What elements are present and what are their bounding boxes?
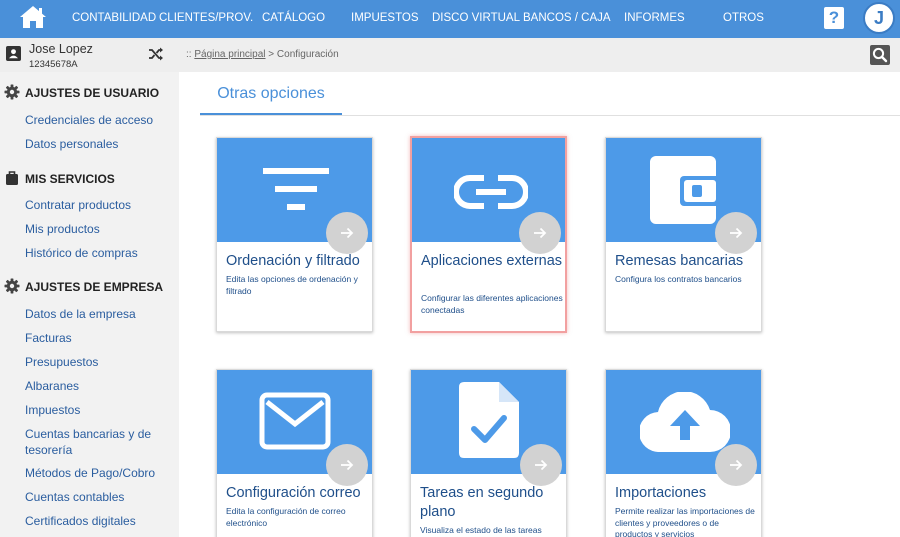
- sidebar-item-mis-productos[interactable]: Mis productos: [25, 221, 100, 237]
- card-title: Tareas en segundo plano: [420, 485, 544, 520]
- card-description: Configura los contratos bancarios: [615, 274, 742, 284]
- gear-icon: [4, 278, 20, 294]
- nav-impuestos[interactable]: IMPUESTOS: [351, 0, 419, 38]
- card-description: Configurar las diferentes aplicaciones c…: [421, 293, 563, 315]
- sub-header-bar: Jose Lopez 12345678A :: Página principal…: [0, 38, 900, 72]
- breadcrumb-separator: >: [268, 49, 275, 60]
- home-icon[interactable]: [18, 4, 48, 32]
- card-description: Edita las opciones de ordenación y filtr…: [226, 274, 358, 296]
- section-title: MIS SERVICIOS: [25, 172, 115, 186]
- sidebar-item-certificados[interactable]: Certificados digitales: [25, 513, 136, 529]
- sidebar-item-metodos-pago[interactable]: Métodos de Pago/Cobro: [25, 465, 155, 481]
- breadcrumb-prefix: ::: [186, 49, 192, 60]
- envelope-icon: [259, 392, 331, 450]
- user-card-icon: [6, 46, 21, 61]
- breadcrumb-current: Configuración: [276, 49, 339, 60]
- card-tareas-segundo-plano[interactable]: Tareas en segundo plano Visualiza el est…: [410, 369, 567, 537]
- nav-bancos-caja[interactable]: BANCOS / CAJA: [523, 0, 611, 38]
- sidebar-item-historico-compras[interactable]: Histórico de compras: [25, 245, 138, 261]
- card-aplicaciones-externas[interactable]: Aplicaciones externas Configurar las dif…: [410, 136, 567, 333]
- nav-otros[interactable]: OTROS: [723, 0, 764, 38]
- arrow-right-icon: [715, 212, 757, 254]
- wallet-icon: [650, 156, 720, 224]
- briefcase-icon: [6, 171, 18, 185]
- breadcrumb: :: Página principal > Configuración: [186, 49, 339, 60]
- settings-sidebar: AJUSTES DE USUARIO Credenciales de acces…: [0, 72, 179, 537]
- card-remesas-bancarias[interactable]: Remesas bancarias Configura los contrato…: [605, 137, 762, 332]
- top-navigation-bar: CONTABILIDAD CLIENTES/PROV. CATÁLOGO IMP…: [0, 0, 900, 38]
- card-configuracion-correo[interactable]: Configuración correo Edita la configurac…: [216, 369, 373, 537]
- sidebar-item-presupuestos[interactable]: Presupuestos: [25, 354, 98, 370]
- card-description: Edita la configuración de correo electró…: [226, 506, 346, 528]
- card-description: Visualiza el estado de las tareas: [420, 525, 542, 535]
- nav-disco-virtual[interactable]: DISCO VIRTUAL: [432, 0, 520, 38]
- switch-company-icon[interactable]: [148, 47, 164, 61]
- arrow-right-icon: [326, 444, 368, 486]
- card-description: Permite realizar las importaciones de cl…: [615, 506, 755, 537]
- link-icon: [454, 175, 528, 209]
- card-ordenacion-filtrado[interactable]: Ordenación y filtrado Edita las opciones…: [216, 137, 373, 332]
- user-id: 12345678A: [29, 59, 78, 70]
- nav-contabilidad[interactable]: CONTABILIDAD: [72, 0, 156, 38]
- sidebar-item-facturas[interactable]: Facturas: [25, 330, 72, 346]
- card-importaciones[interactable]: Importaciones Permite realizar las impor…: [605, 369, 762, 537]
- tab-divider: [200, 115, 900, 116]
- arrow-right-icon: [326, 212, 368, 254]
- user-avatar[interactable]: J: [863, 2, 895, 34]
- card-title: Aplicaciones externas: [421, 253, 563, 269]
- nav-clientes-prov[interactable]: CLIENTES/PROV.: [159, 0, 253, 38]
- gear-icon: [4, 84, 20, 100]
- nav-catalogo[interactable]: CATÁLOGO: [262, 0, 325, 38]
- section-title: AJUSTES DE USUARIO: [25, 86, 160, 100]
- card-title: Importaciones: [615, 485, 707, 501]
- user-name: Jose Lopez: [29, 42, 93, 56]
- sidebar-item-datos-empresa[interactable]: Datos de la empresa: [25, 306, 136, 322]
- sidebar-item-contratar-productos[interactable]: Contratar productos: [25, 197, 131, 213]
- document-check-icon: [459, 382, 519, 458]
- arrow-right-icon: [519, 212, 561, 254]
- help-button[interactable]: ?: [824, 7, 844, 29]
- card-title: Configuración correo: [226, 485, 361, 501]
- arrow-right-icon: [715, 444, 757, 486]
- filter-icon: [263, 168, 329, 210]
- search-icon: [872, 47, 888, 63]
- nav-informes[interactable]: INFORMES: [624, 0, 685, 38]
- section-title: AJUSTES DE EMPRESA: [25, 280, 164, 294]
- card-title: Remesas bancarias: [615, 253, 744, 269]
- sidebar-item-credenciales[interactable]: Credenciales de acceso: [25, 112, 153, 128]
- sidebar-item-cuentas-contables[interactable]: Cuentas contables: [25, 489, 124, 505]
- sidebar-item-impuestos[interactable]: Impuestos: [25, 402, 80, 418]
- arrow-right-icon: [520, 444, 562, 486]
- cloud-upload-icon: [640, 392, 730, 452]
- card-title: Ordenación y filtrado: [226, 253, 360, 269]
- tab-otras-opciones[interactable]: Otras opciones: [200, 84, 342, 116]
- sidebar-item-albaranes[interactable]: Albaranes: [25, 378, 79, 394]
- sidebar-item-cuentas-bancarias[interactable]: Cuentas bancarias y de tesorería: [25, 426, 175, 458]
- sidebar-item-datos-personales[interactable]: Datos personales: [25, 136, 118, 152]
- search-button[interactable]: [870, 45, 890, 65]
- breadcrumb-home-link[interactable]: Página principal: [194, 49, 265, 60]
